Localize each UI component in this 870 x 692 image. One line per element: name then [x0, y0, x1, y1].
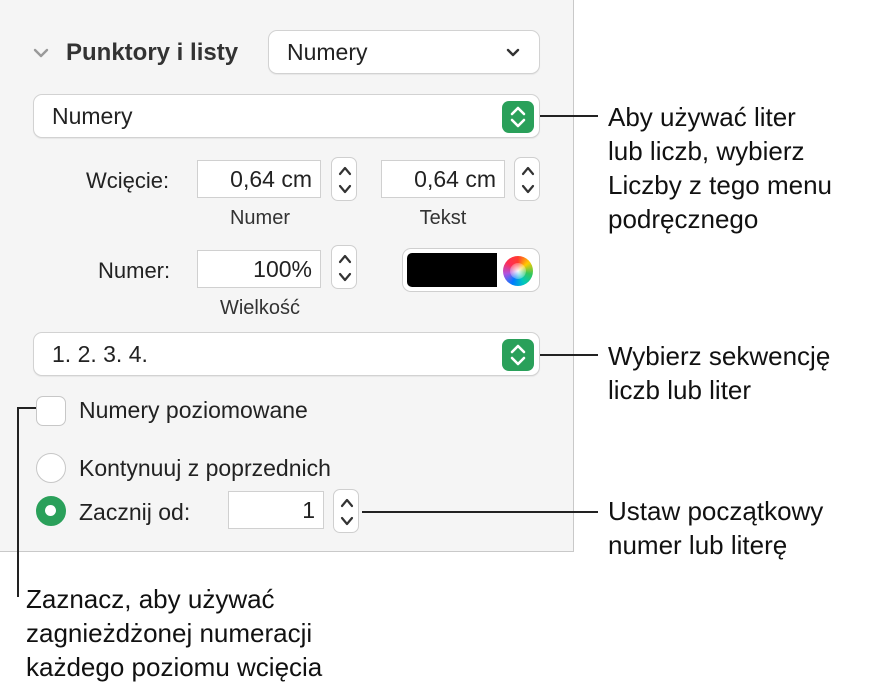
chevron-down-icon: [506, 48, 520, 57]
start-value-stepper[interactable]: [333, 489, 359, 533]
leader-line: [540, 354, 598, 356]
list-type-select[interactable]: Numery: [33, 94, 540, 138]
color-well[interactable]: [402, 248, 540, 292]
tiered-numbers-label: Numery poziomowane: [79, 397, 308, 423]
callout-start-number: Ustaw początkowy numer lub literę: [608, 494, 823, 562]
stepper-arrows-icon: [340, 498, 354, 526]
start-value-field[interactable]: 1: [228, 491, 324, 529]
callout-line: zagnieżdżonej numeracji: [26, 618, 313, 648]
leader-line: [362, 511, 598, 513]
list-type-value: Numery: [52, 102, 133, 129]
continue-radio[interactable]: [36, 453, 66, 483]
section-header[interactable]: Punktory i listy: [30, 30, 238, 76]
size-caption: Wielkość: [219, 297, 300, 319]
callout-line: liczb lub liter: [608, 375, 752, 405]
callout-line: Wybierz sekwencję: [608, 341, 831, 371]
leader-line: [540, 115, 598, 117]
tiered-numbers-checkbox[interactable]: [36, 396, 66, 426]
number-indent-value: 0,64 cm: [230, 165, 312, 192]
text-indent-value: 0,64 cm: [414, 165, 496, 192]
callout-line: Ustaw początkowy: [608, 496, 824, 526]
number-indent-field[interactable]: 0,64 cm: [197, 160, 321, 198]
number-label: Numer:: [98, 258, 171, 283]
callout-line: Aby używać liter: [608, 102, 796, 132]
color-wheel-icon[interactable]: [503, 256, 533, 286]
start-value: 1: [302, 496, 315, 523]
leader-line: [17, 407, 36, 409]
updown-arrows-icon: [502, 339, 534, 371]
callout-sequence: Wybierz sekwencję liczb lub liter: [608, 339, 830, 407]
text-indent-caption: Tekst: [419, 207, 467, 229]
updown-arrows-icon: [502, 101, 534, 133]
callout-tiered: Zaznacz, aby używać zagnieżdżonej numera…: [26, 582, 322, 684]
callout-line: Liczby z tego menu: [608, 170, 833, 200]
size-stepper[interactable]: [331, 245, 357, 289]
stepper-arrows-icon: [338, 166, 352, 194]
disclosure-chevron-icon[interactable]: [30, 42, 52, 64]
callout-line: każdego poziomu wcięcia: [26, 652, 323, 682]
size-field[interactable]: 100%: [197, 250, 321, 288]
number-indent-stepper[interactable]: [331, 157, 357, 201]
size-value: 100%: [253, 255, 312, 282]
callout-line: lub liczb, wybierz: [608, 136, 805, 166]
indent-label: Wcięcie:: [86, 168, 170, 193]
leader-line: [17, 407, 19, 597]
text-indent-stepper[interactable]: [514, 157, 540, 201]
section-title: Punktory i listy: [66, 39, 239, 66]
bullet-style-popup[interactable]: Numery: [268, 30, 540, 74]
callout-letters-numbers: Aby używać liter lub liczb, wybierz Licz…: [608, 100, 832, 236]
start-at-radio-label: Zacznij od:: [79, 499, 191, 525]
stepper-arrows-icon: [338, 254, 352, 282]
bullet-style-value: Numery: [287, 38, 368, 65]
color-swatch[interactable]: [407, 253, 497, 287]
start-at-radio[interactable]: [36, 496, 66, 526]
continue-radio-label: Kontynuuj z poprzednich: [79, 455, 331, 481]
text-indent-field[interactable]: 0,64 cm: [381, 160, 505, 198]
number-indent-caption: Numer: [229, 207, 290, 229]
callout-line: numer lub literę: [608, 530, 788, 560]
sequence-select[interactable]: 1. 2. 3. 4.: [33, 332, 540, 376]
callout-line: podręcznego: [608, 204, 759, 234]
callout-line: Zaznacz, aby używać: [26, 584, 275, 614]
inspector-panel: Punktory i listy Numery Numery Wcięcie: …: [0, 0, 574, 552]
stepper-arrows-icon: [521, 166, 535, 194]
sequence-value: 1. 2. 3. 4.: [52, 340, 148, 367]
